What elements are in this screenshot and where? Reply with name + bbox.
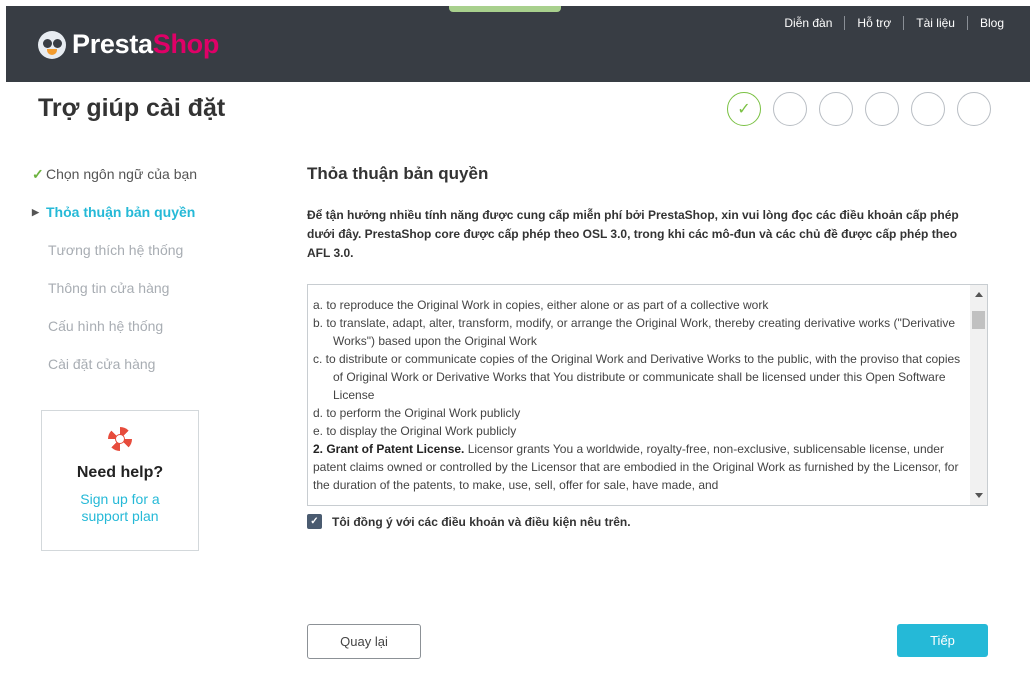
top-header: PrestaShop Diễn đàn Hỗ trợ Tài liệu Blog (6, 6, 1030, 82)
check-icon: ✓ (32, 165, 44, 182)
sidebar-item-language[interactable]: ✓ Chọn ngôn ngữ của bạn (32, 155, 232, 193)
sidebar-item-shop-info: Thông tin cửa hàng (32, 269, 232, 307)
grant-heading: 2. Grant of Patent License. (313, 442, 465, 456)
nav-link-forum[interactable]: Diễn đàn (772, 16, 844, 30)
license-content: a. to reproduce the Original Work in cop… (308, 285, 987, 494)
license-clause: b. to translate, adapt, alter, transform… (313, 316, 956, 348)
step-indicator-4 (865, 92, 899, 126)
next-button[interactable]: Tiếp (897, 624, 988, 657)
lifebuoy-icon (108, 427, 132, 451)
sidebar-item-license[interactable]: ▶ Thỏa thuận bản quyền (32, 193, 232, 231)
step-indicator-6 (957, 92, 991, 126)
step-indicator-2 (773, 92, 807, 126)
step-indicator-1: ✓ (727, 92, 761, 126)
license-clause: e. to display the Original Work publicly (313, 424, 517, 438)
sidebar-item-label: Tương thích hệ thống (48, 242, 184, 258)
back-button[interactable]: Quay lại (307, 624, 421, 659)
license-paragraph: 2. Grant of Patent License. Licensor gra… (313, 440, 965, 494)
caret-right-icon: ▶ (32, 206, 39, 217)
license-intro: Để tận hưởng nhiều tính năng được cung c… (307, 208, 959, 260)
scroll-up-icon[interactable] (975, 292, 983, 297)
license-textbox[interactable]: a. to reproduce the Original Work in cop… (307, 284, 988, 506)
scrollbar-thumb[interactable] (972, 311, 985, 329)
section-title: Thỏa thuận bản quyền (307, 164, 489, 183)
puffin-logo-icon (38, 30, 66, 59)
sidebar-item-system-config: Cấu hình hệ thống (32, 307, 232, 345)
nav-link-support[interactable]: Hỗ trợ (845, 16, 903, 30)
sidebar-item-label: Thỏa thuận bản quyền (46, 204, 196, 220)
logo-text: PrestaShop (72, 29, 220, 59)
sidebar-item-label: Thông tin cửa hàng (48, 280, 170, 296)
agree-terms[interactable]: ✓ Tôi đồng ý với các điều khoản và điều … (307, 514, 631, 529)
step-progress: ✓ (727, 92, 1003, 126)
step-indicator-5 (911, 92, 945, 126)
step-indicator-3 (819, 92, 853, 126)
sidebar-item-compatibility: Tương thích hệ thống (32, 231, 232, 269)
install-steps-nav: ✓ Chọn ngôn ngữ của bạn ▶ Thỏa thuận bản q… (32, 155, 232, 383)
support-plan-link[interactable]: Sign up for a support plan (42, 491, 198, 525)
prestashop-logo[interactable]: PrestaShop (38, 29, 219, 60)
agree-checkbox[interactable]: ✓ (307, 514, 322, 529)
check-icon: ✓ (737, 101, 751, 118)
scroll-down-icon[interactable] (975, 493, 983, 498)
agree-label: Tôi đồng ý với các điều khoản và điều ki… (332, 514, 631, 529)
page-title: Trợ giúp cài đặt (38, 94, 226, 122)
sidebar-item-label: Cấu hình hệ thống (48, 318, 164, 334)
license-clause: d. to perform the Original Work publicly (313, 406, 521, 420)
help-box: Need help? Sign up for a support plan (41, 410, 199, 551)
license-scrollbar[interactable] (970, 285, 987, 505)
top-nav: Diễn đàn Hỗ trợ Tài liệu Blog (772, 16, 1016, 30)
license-clause: a. to reproduce the Original Work in cop… (313, 298, 769, 312)
nav-link-blog[interactable]: Blog (968, 16, 1016, 30)
license-clause: c. to distribute or communicate copies o… (313, 352, 961, 402)
help-title: Need help? (76, 464, 164, 481)
sidebar-item-label: Chọn ngôn ngữ của bạn (46, 166, 198, 182)
nav-link-docs[interactable]: Tài liệu (904, 16, 967, 30)
header-indicator (449, 6, 561, 12)
sidebar-item-install-shop: Cài đặt cửa hàng (32, 345, 232, 383)
sidebar-item-label: Cài đặt cửa hàng (48, 356, 156, 372)
